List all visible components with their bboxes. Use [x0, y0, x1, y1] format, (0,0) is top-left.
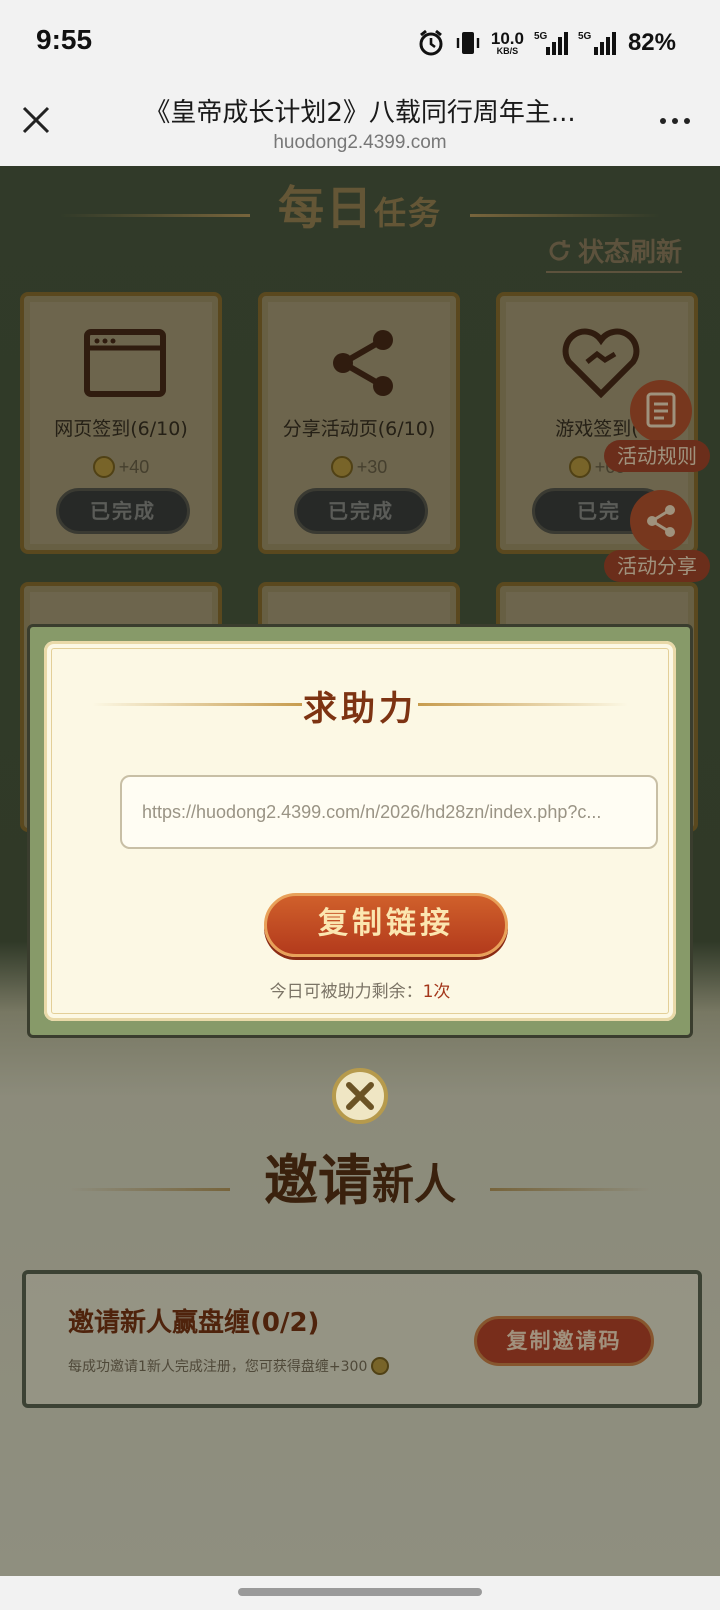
help-modal-panel: 求助力 https://huodong2.4399.com/n/2026/hd2… [44, 641, 676, 1021]
remaining-count: 1次 [422, 982, 451, 1002]
copy-link-button[interactable]: 复制链接 [264, 893, 508, 957]
network-speed-value: 10.0 [490, 29, 524, 48]
status-time: 9:55 [36, 24, 93, 55]
network-speed-unit: KB/S [496, 46, 519, 56]
network-speed: 10.0 KB/S [491, 30, 524, 56]
modal-close-icon[interactable] [330, 1066, 390, 1126]
battery-level: 82% [627, 29, 676, 56]
status-icons: 10.0 KB/S 5G 5G 82% [417, 26, 676, 60]
help-modal: 求助力 https://huodong2.4399.com/n/2026/hd2… [27, 624, 693, 1038]
browser-header: 《皇帝成长计划2》八载同行周年主... huodong2.4399.com [0, 84, 720, 166]
svg-text:5G: 5G [534, 31, 548, 42]
home-indicator[interactable] [238, 1588, 482, 1596]
page-host: huodong2.4399.com [273, 132, 447, 153]
status-bar: 9:55 10.0 KB/S 5G 5G 82% [0, 0, 720, 84]
close-icon[interactable] [18, 102, 54, 138]
modal-title: 求助力 [303, 689, 417, 729]
svg-text:5G: 5G [578, 31, 592, 42]
page-title: 《皇帝成长计划2》八载同行周年主... [144, 98, 576, 128]
remaining-label: 今日可被助力剩余： [269, 982, 423, 1002]
remaining-help-count: 今日可被助力剩余：1次 [44, 977, 676, 1002]
alarm-icon [419, 29, 443, 56]
share-link-field[interactable]: https://huodong2.4399.com/n/2026/hd28zn/… [120, 775, 658, 849]
signal-icon: 5G [534, 31, 568, 55]
signal-icon-2: 5G [578, 31, 616, 55]
navigation-bar [0, 1576, 720, 1610]
vibrate-icon [456, 32, 480, 54]
more-options-button[interactable] [660, 118, 690, 124]
